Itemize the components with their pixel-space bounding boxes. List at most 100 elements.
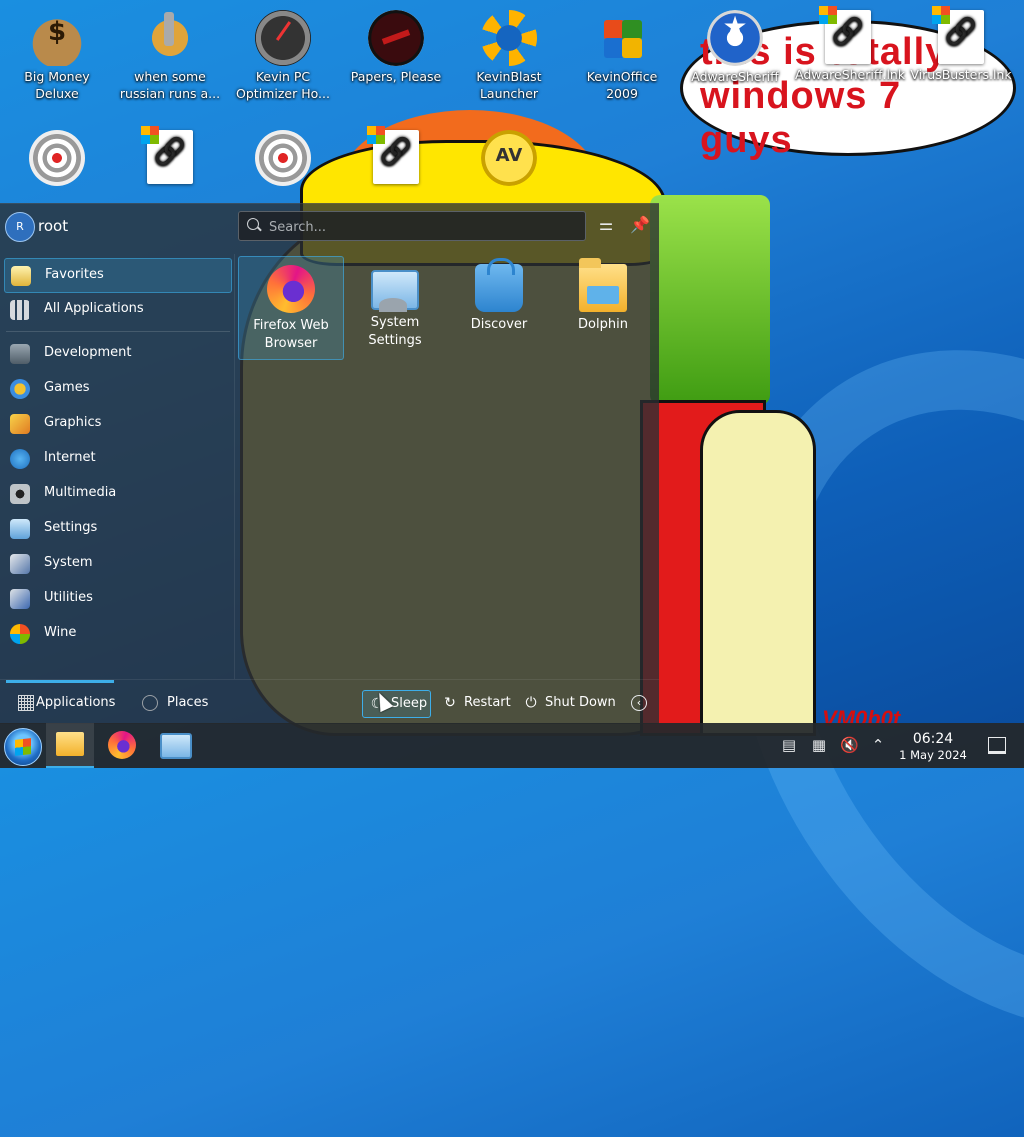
category-label: Settings: [44, 520, 98, 535]
show-desktop-button[interactable]: [988, 737, 1006, 754]
sliders-icon: ⚌: [598, 215, 614, 234]
multimedia-icon: [10, 484, 30, 504]
scanner-icon: [29, 130, 85, 186]
search-input[interactable]: [267, 216, 571, 238]
sleep-button[interactable]: ☾ Sleep: [362, 690, 431, 718]
tab-places[interactable]: Places: [130, 680, 220, 725]
task-dolphin[interactable]: [46, 723, 94, 768]
desktop-icon-label: Kevin PC Optimizer Ho...: [236, 69, 330, 101]
tab-applications[interactable]: Applications: [6, 680, 115, 725]
category-multimedia[interactable]: Multimedia: [4, 477, 230, 510]
wallpaper-arm-doodle: [700, 410, 816, 736]
category-label: System: [44, 555, 93, 570]
start-menu-button[interactable]: [4, 728, 42, 766]
app-firefox[interactable]: Firefox Web Browser: [238, 256, 344, 360]
office-icon: [594, 10, 650, 66]
search-box[interactable]: [238, 211, 586, 241]
search-icon: [247, 218, 259, 230]
graphics-icon: [10, 414, 30, 434]
app-label: Firefox Web Browser: [253, 318, 329, 351]
category-divider: [6, 331, 230, 332]
category-internet[interactable]: Internet: [4, 442, 230, 475]
category-label: Multimedia: [44, 485, 117, 500]
desktop-icon-papers-please[interactable]: Papers, Please: [343, 10, 449, 85]
desktop-icon-virusbusters-lnk[interactable]: VirusBusters.lnk: [908, 6, 1014, 83]
system-settings-icon: [371, 270, 419, 312]
desktop-icon-kevinoffice-2009[interactable]: KevinOffice 2009: [569, 10, 675, 102]
desktop-icon-scanner-1[interactable]: [4, 130, 110, 188]
desktop-icon-antivirus[interactable]: [456, 130, 562, 188]
category-all-applications[interactable]: All Applications: [4, 293, 230, 326]
desktop-icon-label: AdwareSheriff.lnk: [795, 67, 906, 82]
sun-globe-icon: [481, 10, 537, 66]
chevron-up-icon[interactable]: ⌃: [869, 736, 887, 754]
clock-time: 06:24: [912, 731, 954, 747]
dolphin-icon: [579, 258, 627, 312]
wallpaper-green-shape: [650, 195, 770, 405]
places-icon: [142, 695, 158, 711]
wine-icon: [10, 624, 30, 644]
category-label: Favorites: [45, 267, 104, 282]
app-label: Discover: [470, 317, 528, 332]
pin-icon: 📌: [630, 215, 650, 234]
category-graphics[interactable]: Graphics: [4, 407, 230, 440]
desktop-icon-label: when some russian runs a...: [119, 69, 221, 101]
scanner-icon: [255, 130, 311, 186]
shut-down-button[interactable]: ⏻ Shut Down: [517, 690, 615, 716]
restart-button[interactable]: ↻ Restart: [436, 690, 512, 716]
task-system-settings[interactable]: [150, 723, 198, 768]
desktop-icon-shortcut-1[interactable]: [117, 126, 223, 186]
desktop-icon-kevinblast-launcher[interactable]: KevinBlast Launcher: [456, 10, 562, 102]
task-firefox[interactable]: [98, 723, 146, 768]
internet-icon: [10, 449, 30, 469]
app-system-settings[interactable]: System Settings: [343, 256, 447, 358]
configure-button[interactable]: ⚌: [595, 214, 617, 236]
system-icon: [10, 554, 30, 574]
desktop-icon-label: Papers, Please: [350, 69, 442, 84]
category-wine[interactable]: Wine: [4, 617, 230, 650]
category-utilities[interactable]: Utilities: [4, 582, 230, 615]
app-label: Dolphin: [578, 317, 628, 332]
shortcut-link-icon: [367, 126, 419, 184]
money-bag-icon: [29, 10, 85, 66]
category-label: Graphics: [44, 415, 102, 430]
category-development[interactable]: Development: [4, 337, 230, 370]
category-sidebar: Favorites All Applications Development G…: [0, 254, 235, 679]
category-system[interactable]: System: [4, 547, 230, 580]
desktop-icon-adwaresheriff-lnk[interactable]: AdwareSheriff.lnk: [795, 6, 906, 83]
notes-icon[interactable]: ▦: [810, 736, 828, 754]
gear-icon: [142, 10, 198, 66]
speed-gauge-icon: [255, 10, 311, 66]
category-label: Games: [44, 380, 90, 395]
user-avatar[interactable]: R: [5, 212, 35, 242]
grid-icon: [18, 695, 34, 711]
category-favorites[interactable]: Favorites: [4, 258, 232, 293]
antivirus-icon: [481, 130, 537, 186]
folder-icon: [56, 732, 84, 756]
chevron-left-icon: ‹: [631, 695, 647, 711]
desktop-icon-big-money-deluxe[interactable]: Big Money Deluxe: [4, 10, 110, 102]
development-icon: [10, 344, 30, 364]
volume-muted-icon[interactable]: 🔇: [840, 736, 859, 754]
clock-date: 1 May 2024: [899, 748, 967, 762]
desktop-icon-russian-runs[interactable]: when some russian runs a...: [117, 10, 223, 102]
category-label: Utilities: [44, 590, 93, 605]
app-label: System Settings: [368, 315, 422, 348]
category-games[interactable]: Games: [4, 372, 230, 405]
desktop-icon-shortcut-2[interactable]: [343, 126, 449, 186]
category-settings[interactable]: Settings: [4, 512, 230, 545]
firefox-icon: [108, 731, 136, 759]
desktop-icon-adwaresheriff[interactable]: AdwareSheriff: [682, 10, 788, 85]
more-actions-button[interactable]: ‹: [627, 690, 653, 716]
clipboard-icon[interactable]: ▤: [780, 736, 798, 754]
app-dolphin[interactable]: Dolphin: [551, 256, 655, 358]
desktop-icon-scanner-2[interactable]: [230, 130, 336, 188]
desktop-icon-kevin-pc-optimizer[interactable]: Kevin PC Optimizer Ho...: [230, 10, 336, 102]
taskbar: ▤ ▦ 🔇 ⌃ 06:24 1 May 2024: [0, 723, 1024, 768]
desktop-icon-label: KevinOffice 2009: [586, 69, 658, 101]
pin-button[interactable]: 📌: [629, 214, 651, 236]
shortcut-link-icon: [141, 126, 193, 184]
sleep-label: Sleep: [391, 696, 428, 711]
launcher-header: R root ⚌ 📌: [0, 204, 659, 248]
app-discover[interactable]: Discover: [447, 256, 551, 358]
